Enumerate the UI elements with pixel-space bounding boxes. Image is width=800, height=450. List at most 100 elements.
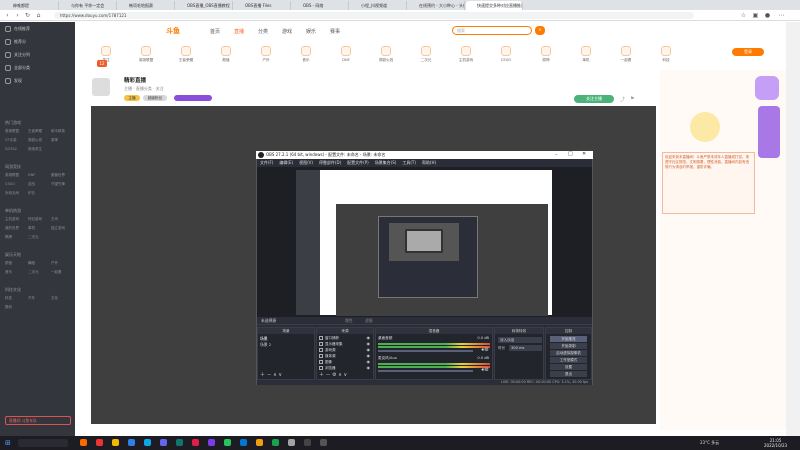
browser-tab[interactable]: OBS直播 Files <box>234 1 291 10</box>
mute-icon[interactable]: 🔊︎⚙ <box>481 367 489 373</box>
browser-tab[interactable]: 韩项毛地报赛 <box>118 1 175 10</box>
category-shortcut[interactable]: 主机游戏 <box>452 46 480 63</box>
taskbar-app-icon[interactable] <box>176 439 183 446</box>
obs-menu-item[interactable]: 帮助(H) <box>422 160 436 165</box>
obs-control-button[interactable]: 开始推流 <box>550 336 587 342</box>
sidebar-footer-button[interactable]: 直播间 斗鱼车队 <box>5 416 71 425</box>
sidebar-category-link[interactable]: 绝地求生 <box>28 147 42 152</box>
browser-tab[interactable]: 小程_抖视频道 <box>350 1 407 10</box>
sidebar-category-link[interactable]: DNF <box>28 173 35 177</box>
taskbar-app-icon[interactable] <box>288 439 295 446</box>
source-item[interactable]: 游戏源 <box>325 348 336 353</box>
sidebar-category-link[interactable]: DOTA2 <box>5 147 17 151</box>
sidebar-nav-item[interactable]: 全部分类 <box>14 65 30 71</box>
category-shortcut[interactable]: 单机 <box>572 46 600 63</box>
page-scrollbar[interactable] <box>786 22 800 436</box>
sidebar-nav-item[interactable]: 推荐分 <box>14 39 26 45</box>
category-shortcut[interactable]: 英雄联盟 <box>132 46 160 63</box>
sidebar-category-link[interactable]: 我的世界 <box>5 226 19 231</box>
gift-rank-panel[interactable] <box>758 106 780 158</box>
obs-menu-item[interactable]: 编辑(E) <box>279 160 293 165</box>
more-icon[interactable]: ⋯ <box>778 12 785 19</box>
category-shortcut[interactable]: DNF <box>332 46 360 62</box>
transition-select[interactable]: 淡入淡出 <box>498 337 542 343</box>
sidebar-category-link[interactable]: 逆战 <box>28 182 35 187</box>
scene-item[interactable]: 场景 2 <box>260 342 271 348</box>
taskbar-app-icon[interactable] <box>192 439 199 446</box>
sidebar-category-link[interactable]: 炉石 <box>28 191 35 196</box>
sidebar-category-link[interactable]: 永劫无间 <box>5 191 19 196</box>
sidebar-category-link[interactable]: 穿越火线 <box>28 138 42 143</box>
sidebar-category-link[interactable]: 原神 <box>51 138 58 143</box>
start-icon[interactable]: ⊞ <box>5 439 13 447</box>
sidebar-category-link[interactable]: 主机游戏 <box>5 217 19 222</box>
category-shortcut[interactable]: 二次元 <box>412 46 440 63</box>
sidebar-category-link[interactable]: 方舟 <box>51 217 58 222</box>
sidebar-category-link[interactable]: 二次元 <box>28 270 39 275</box>
sidebar-category-link[interactable]: 独立游戏 <box>51 226 65 231</box>
properties-button[interactable]: 属性 <box>345 318 353 324</box>
taskbar-clock[interactable]: 21:05 2022/10/23 <box>764 438 787 448</box>
sidebar-category-link[interactable]: 颜值 <box>5 261 12 266</box>
obs-menu-item[interactable]: 视图(V) <box>299 160 313 165</box>
sidebar-category-link[interactable]: 和平精英 <box>51 129 65 134</box>
sidebar-nav-item[interactable]: 关注分列 <box>14 52 30 58</box>
home-icon[interactable]: ⌂ <box>35 12 42 19</box>
taskbar-app-icon[interactable] <box>160 439 167 446</box>
obs-menu-item[interactable]: 文件(F) <box>260 160 273 165</box>
obs-menu-item[interactable]: 停靠部件(D) <box>319 160 341 165</box>
obs-control-button[interactable]: 开始录制 <box>550 343 587 349</box>
refresh-icon[interactable]: ↻ <box>24 12 31 19</box>
browser-tab[interactable]: OBS直播_OBS直播教程 <box>176 1 233 10</box>
sidebar-category-link[interactable]: CF手游 <box>5 138 16 143</box>
header-nav-item[interactable]: 直播 <box>234 28 244 35</box>
filters-button[interactable]: 滤镜 <box>365 318 373 324</box>
category-shortcut[interactable]: 音乐 <box>292 46 320 63</box>
sidebar-category-link[interactable]: 守望先锋 <box>51 182 65 187</box>
url-input[interactable]: https://www.douyu.com/1787121 <box>54 12 694 19</box>
sidebar-nav-icon[interactable] <box>5 39 11 45</box>
taskbar-app-icon[interactable] <box>272 439 279 446</box>
scene-add-remove-icons[interactable]: ＋ － ∧ ∨ <box>260 371 282 378</box>
duration-input[interactable]: 300 ms <box>509 345 542 351</box>
sidebar-category-link[interactable]: 科技 <box>5 296 12 301</box>
sidebar-category-link[interactable]: 户外 <box>51 261 58 266</box>
category-shortcut[interactable]: CSGO <box>492 46 520 62</box>
taskbar-app-icon[interactable] <box>96 439 103 446</box>
activity-banner[interactable] <box>755 76 779 100</box>
sidebar-category-link[interactable]: 数码 <box>5 305 12 310</box>
visibility-icon[interactable]: ◉ <box>367 353 371 358</box>
close-icon[interactable]: ✕ <box>582 151 586 157</box>
taskbar-app-icon[interactable] <box>224 439 231 446</box>
sidebar-nav-icon[interactable] <box>5 65 11 71</box>
obs-menu-item[interactable]: 场景集合(S) <box>375 160 397 165</box>
source-item[interactable]: 媒体源 <box>325 354 336 359</box>
minimize-icon[interactable]: – <box>555 152 558 158</box>
obs-menu-item[interactable]: 配置文件(P) <box>347 160 369 165</box>
browser-tab[interactable]: 快速提交多种对应直播推荐_量什 <box>466 1 523 10</box>
follow-button[interactable]: 关注主播 <box>574 95 614 103</box>
source-item[interactable]: 显示器采集 <box>325 342 343 347</box>
source-item[interactable]: 图像 <box>325 360 332 365</box>
sidebar-category-link[interactable]: 棋牌 <box>5 235 12 240</box>
header-nav-item[interactable]: 分类 <box>258 28 268 35</box>
obs-control-button[interactable]: 设置 <box>550 364 587 370</box>
weather-widget[interactable]: 23°C 多云 <box>700 440 719 446</box>
header-nav-item[interactable]: 娱乐 <box>306 28 316 35</box>
taskbar-app-icon[interactable] <box>128 439 135 446</box>
obs-control-button[interactable]: 退出 <box>550 371 587 377</box>
sidebar-category-link[interactable]: 怀旧游戏 <box>28 217 42 222</box>
visibility-icon[interactable]: ◉ <box>367 341 371 346</box>
sidebar-nav-item[interactable]: 在线推荐 <box>14 26 30 32</box>
visibility-icon[interactable]: ◉ <box>367 335 371 340</box>
volume-slider[interactable] <box>378 350 473 352</box>
obs-control-button[interactable]: 工作室模式 <box>550 357 587 363</box>
taskbar-app-icon[interactable] <box>112 439 119 446</box>
sidebar-category-link[interactable]: 文化 <box>51 296 58 301</box>
sidebar-category-link[interactable]: 王者荣耀 <box>28 129 42 134</box>
maximize-icon[interactable]: □ <box>568 151 573 157</box>
category-shortcut[interactable]: 户外 <box>252 46 280 63</box>
visibility-icon[interactable]: ◉ <box>367 365 371 370</box>
taskbar-app-icon[interactable] <box>144 439 151 446</box>
taskbar-app-icon[interactable] <box>80 439 87 446</box>
